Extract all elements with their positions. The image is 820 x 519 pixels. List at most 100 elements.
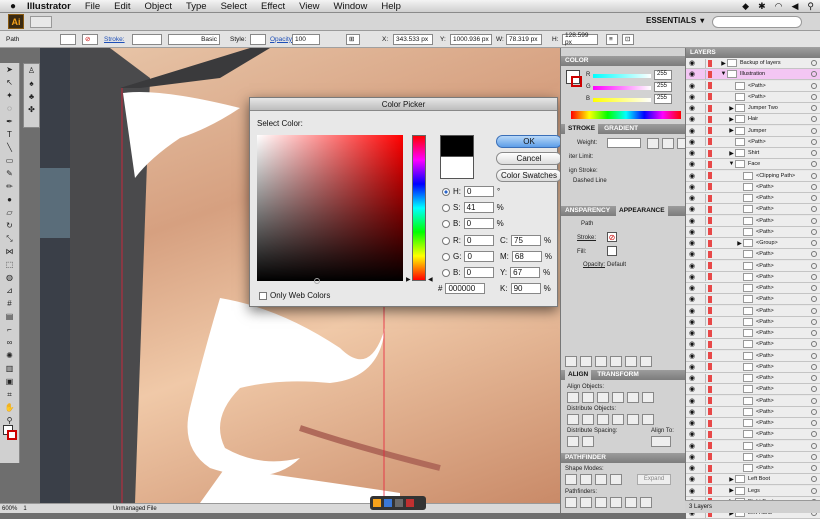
bridge-button[interactable] xyxy=(30,16,52,28)
appearance-stroke-label[interactable]: Stroke: xyxy=(577,235,596,241)
layer-row[interactable]: ◉ <Path> xyxy=(686,384,820,396)
lock-toggle[interactable] xyxy=(698,182,706,192)
blue-field[interactable]: 0 xyxy=(463,267,494,278)
mesh-tool-icon[interactable]: # xyxy=(3,298,17,309)
apple-icon[interactable]: ● xyxy=(6,1,20,12)
layer-row[interactable]: ◉ <Path> xyxy=(686,463,820,474)
expand-triangle-icon[interactable]: ▶ xyxy=(728,476,735,483)
appearance-stroke-swatch[interactable]: ⊘ xyxy=(607,232,617,242)
symbol-sprayer-tool-icon[interactable]: ✺ xyxy=(3,350,17,361)
align-icon[interactable]: ≡ xyxy=(606,33,618,45)
visibility-eye-icon[interactable]: ◉ xyxy=(686,93,698,101)
volume-icon[interactable]: ◀ xyxy=(791,1,798,12)
visibility-eye-icon[interactable]: ◉ xyxy=(686,374,698,382)
tab-align[interactable]: ALIGN xyxy=(565,370,592,380)
lock-toggle[interactable] xyxy=(698,429,706,439)
eyedropper-tool-icon[interactable]: ⌐ xyxy=(3,324,17,335)
visibility-eye-icon[interactable]: ◉ xyxy=(686,183,698,191)
lock-toggle[interactable] xyxy=(698,114,706,124)
lock-toggle[interactable] xyxy=(698,137,706,147)
target-icon[interactable] xyxy=(811,431,817,438)
shape-builder-tool-icon[interactable]: ◍ xyxy=(3,272,17,283)
minus-back-icon[interactable] xyxy=(640,497,652,508)
target-icon[interactable] xyxy=(811,487,817,494)
trash-icon[interactable] xyxy=(640,356,652,367)
new-fill-icon[interactable] xyxy=(580,356,592,367)
target-icon[interactable] xyxy=(811,172,817,179)
lock-toggle[interactable] xyxy=(698,362,706,372)
b-slider[interactable] xyxy=(593,98,651,102)
visibility-eye-icon[interactable]: ◉ xyxy=(686,295,698,303)
layer-row[interactable]: ◉ <Path> xyxy=(686,91,820,103)
original-color-swatch[interactable] xyxy=(440,157,474,179)
visibility-eye-icon[interactable]: ◉ xyxy=(686,160,698,168)
visibility-eye-icon[interactable]: ◉ xyxy=(686,453,698,461)
hue-slider[interactable] xyxy=(412,135,426,281)
dock-app-icon[interactable] xyxy=(384,499,392,507)
blob-brush-tool-icon[interactable]: ● xyxy=(3,194,17,205)
layer-row[interactable]: ◉ <Path> xyxy=(686,418,820,429)
layer-row[interactable]: ◉ ▼ Face xyxy=(686,159,820,171)
visibility-eye-icon[interactable]: ◉ xyxy=(686,385,698,393)
lock-toggle[interactable] xyxy=(698,204,706,214)
visibility-eye-icon[interactable]: ◉ xyxy=(686,430,698,438)
h-field[interactable]: 128.599 px xyxy=(562,32,598,46)
lock-toggle[interactable] xyxy=(698,261,706,270)
lock-toggle[interactable] xyxy=(698,452,706,462)
visibility-eye-icon[interactable]: ◉ xyxy=(686,59,698,67)
align-hcenter-icon[interactable] xyxy=(582,392,594,403)
intersect-icon[interactable] xyxy=(595,474,607,485)
tab-transform[interactable]: TRANSFORM xyxy=(597,370,639,380)
align-vcenter-icon[interactable] xyxy=(627,392,639,403)
distribute-right-icon[interactable] xyxy=(642,414,654,425)
target-icon[interactable] xyxy=(811,262,817,269)
transform-icon[interactable]: ⊞ xyxy=(346,33,360,45)
expand-button[interactable]: Expand xyxy=(637,474,671,485)
slider-right-arrow-icon[interactable]: ◀ xyxy=(428,276,433,283)
target-icon[interactable] xyxy=(811,240,817,246)
color-field-cursor[interactable] xyxy=(314,278,320,284)
tab-stroke[interactable]: STROKE xyxy=(565,124,599,134)
lock-toggle[interactable] xyxy=(698,92,706,102)
cap-butt-icon[interactable] xyxy=(647,138,659,149)
color-stroke-swatch[interactable] xyxy=(571,76,582,87)
target-icon[interactable] xyxy=(811,217,817,224)
target-icon[interactable] xyxy=(811,375,817,381)
blend-tool-icon[interactable]: ∞ xyxy=(3,337,17,348)
hand-tool-icon[interactable]: ✋ xyxy=(3,402,17,413)
lock-toggle[interactable] xyxy=(698,486,706,495)
stroke-color-icon[interactable] xyxy=(7,430,17,440)
layer-row[interactable]: ◉ <Path> xyxy=(686,181,820,193)
visibility-eye-icon[interactable]: ◉ xyxy=(686,115,698,123)
layer-row[interactable]: ◉ <Path> xyxy=(686,440,820,452)
color-swatches-button[interactable]: Color Swatches xyxy=(496,169,562,182)
outline-icon[interactable] xyxy=(625,497,637,508)
layer-row[interactable]: ◉ ▼ Illustration xyxy=(686,69,820,81)
visibility-eye-icon[interactable]: ◉ xyxy=(686,318,698,326)
target-icon[interactable] xyxy=(811,341,817,348)
page-number[interactable]: 1 xyxy=(23,506,26,512)
brush-library-icon[interactable]: ♠ xyxy=(25,78,39,89)
target-icon[interactable] xyxy=(811,71,817,78)
target-icon[interactable] xyxy=(811,82,817,89)
layer-row[interactable]: ◉ <Path> xyxy=(686,305,820,317)
tab-transparency[interactable]: ANSPARENCY xyxy=(565,206,610,216)
rectangle-tool-icon[interactable]: ▭ xyxy=(3,155,17,166)
layer-row[interactable]: ◉ ▶ Jumper xyxy=(686,125,820,137)
pathfinder-panel-title[interactable]: PATHFINDER xyxy=(565,453,606,463)
target-icon[interactable] xyxy=(811,116,817,123)
layer-row[interactable]: ◉ <Path> xyxy=(686,193,820,204)
divide-icon[interactable] xyxy=(565,497,577,508)
opacity-field[interactable]: 100 xyxy=(292,33,320,45)
search-field[interactable] xyxy=(712,16,802,28)
selection-tool-icon[interactable]: ➤ xyxy=(3,64,17,75)
eraser-tool-icon[interactable]: ▱ xyxy=(3,207,17,218)
tab-appearance[interactable]: APPEARANCE xyxy=(616,206,668,216)
layer-row[interactable]: ◉ <Path> xyxy=(686,395,820,407)
menu-window[interactable]: Window xyxy=(327,1,375,12)
spotlight-icon[interactable]: ⚲ xyxy=(807,1,814,12)
stroke-swatch[interactable]: ⊘ xyxy=(82,33,98,45)
target-icon[interactable] xyxy=(811,453,817,460)
appearance-opacity-label[interactable]: Opacity: xyxy=(583,262,605,268)
target-icon[interactable] xyxy=(811,161,817,168)
